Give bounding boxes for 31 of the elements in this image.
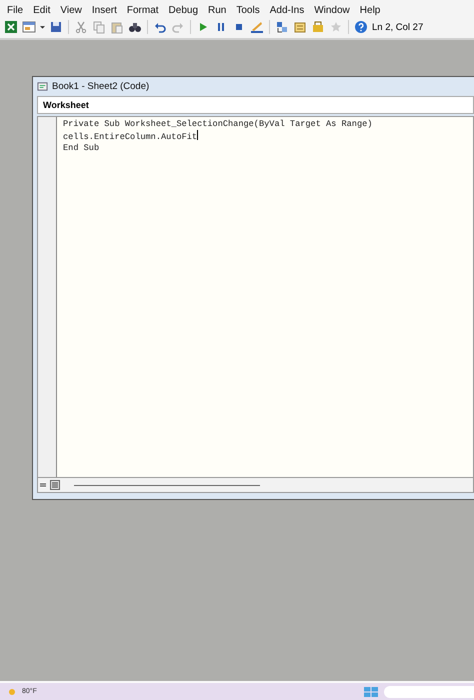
excel-icon[interactable] bbox=[4, 20, 18, 34]
menu-item[interactable]: File bbox=[2, 4, 28, 17]
menu-item[interactable]: Edit bbox=[28, 4, 56, 17]
code-line: cells.EntireColumn.AutoFit bbox=[63, 130, 200, 143]
properties-icon[interactable] bbox=[293, 20, 307, 34]
form-icon[interactable] bbox=[22, 20, 36, 34]
module-icon bbox=[37, 81, 48, 92]
code-line: End Sub bbox=[63, 143, 100, 154]
save-icon[interactable] bbox=[49, 20, 63, 34]
code-line: Private Sub Worksheet_SelectionChange(ByVal Target As Range) bbox=[63, 119, 372, 130]
object-dropdown[interactable]: Worksheet bbox=[37, 96, 474, 114]
menu-item[interactable]: Tools bbox=[231, 4, 265, 17]
toolbox-icon[interactable] bbox=[311, 20, 325, 34]
menu-item[interactable]: Add-Ins bbox=[264, 4, 310, 17]
menu-item[interactable]: Format bbox=[122, 4, 164, 17]
menu-item[interactable]: Window bbox=[309, 4, 355, 17]
menu-item[interactable]: Help bbox=[354, 4, 386, 17]
cut-icon[interactable] bbox=[74, 20, 88, 34]
menu-item[interactable]: View bbox=[55, 4, 87, 17]
menu-item[interactable]: Debug bbox=[164, 4, 204, 17]
help-icon[interactable] bbox=[354, 20, 368, 34]
cursor-position: Ln 2, Col 27 bbox=[372, 22, 424, 32]
binoculars-icon[interactable] bbox=[128, 20, 142, 34]
windows-start-icon[interactable] bbox=[364, 686, 378, 696]
menu-item[interactable]: Run bbox=[203, 4, 232, 17]
project-explorer-icon[interactable] bbox=[275, 20, 289, 34]
menu-item[interactable]: Insert bbox=[86, 4, 122, 17]
design-mode-icon[interactable] bbox=[250, 20, 264, 34]
full-module-view-icon[interactable] bbox=[50, 480, 60, 490]
window-title: Book1 - Sheet2 (Code) bbox=[52, 81, 150, 92]
taskbar-search-field[interactable] bbox=[384, 686, 474, 698]
